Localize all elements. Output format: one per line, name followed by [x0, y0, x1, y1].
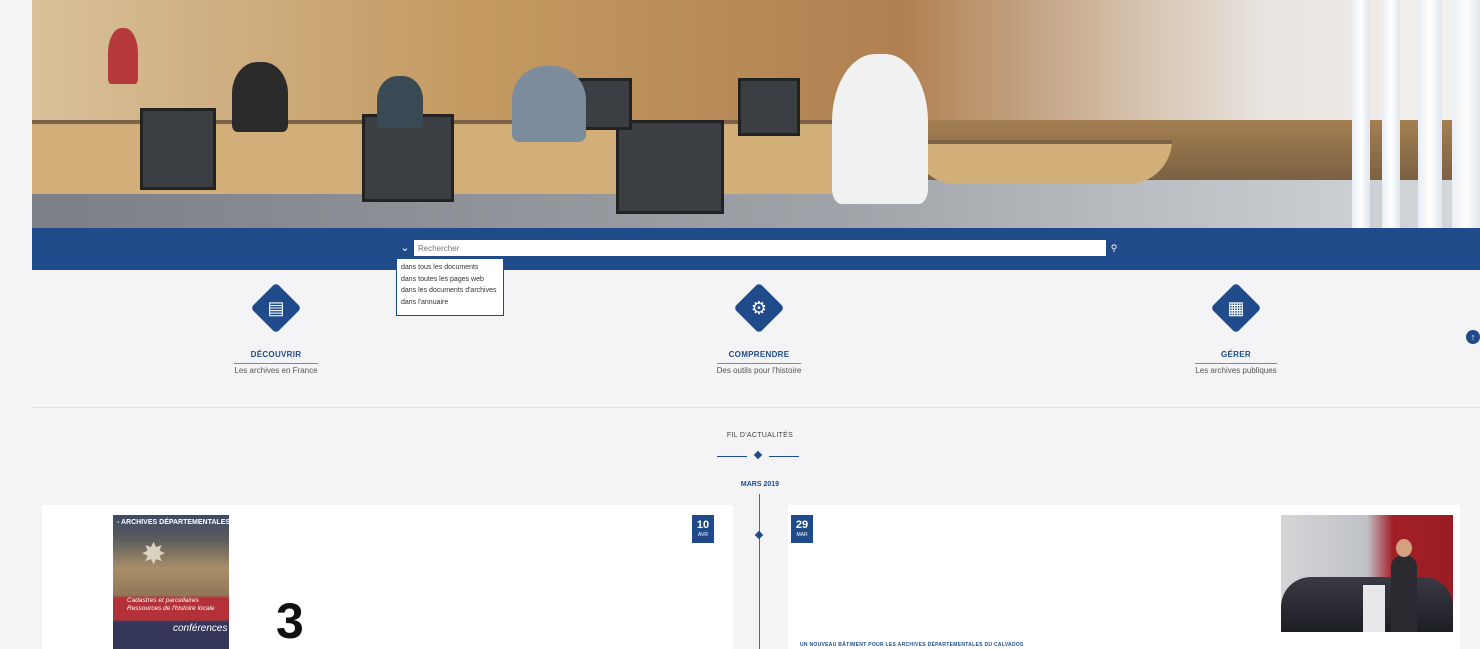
hero-column: [1452, 0, 1480, 228]
search-scope-option[interactable]: dans toutes les pages web: [401, 274, 499, 286]
hero-monitor: [738, 78, 800, 136]
news-photo[interactable]: [1281, 515, 1453, 632]
pillar-title: GÉRER: [1221, 350, 1251, 359]
hero-person: [377, 76, 423, 128]
search-scope-option[interactable]: dans tous les documents: [401, 262, 499, 274]
poster-tag: conférences: [173, 623, 228, 634]
feed-month: MARS 2019: [740, 481, 780, 488]
arrow-up-icon[interactable]: ↑: [1466, 330, 1480, 344]
gears-icon: ⚙: [733, 282, 785, 334]
binders-icon: ▦: [1210, 282, 1262, 334]
date-day: 10: [696, 519, 710, 531]
annotation-number: 3: [276, 593, 304, 649]
poster-header: - ARCHIVES DÉPARTEMENTALES: [117, 519, 231, 526]
photo-speaker: [1391, 555, 1417, 632]
hero-monitor: [578, 78, 632, 130]
divider: [32, 407, 1480, 408]
pillar-title: DÉCOUVRIR: [250, 350, 302, 359]
date-day: 29: [795, 519, 809, 531]
date-month: AVR: [698, 532, 708, 538]
compass-rose-icon: ✸: [141, 538, 167, 571]
hero-person: [232, 62, 288, 132]
search-scope-dropdown: dans tous les documents dans toutes les …: [396, 258, 504, 316]
hero-monitor: [616, 120, 724, 214]
hero-column: [1418, 0, 1442, 228]
photo-lectern: [1363, 585, 1385, 632]
timeline-dot-icon: [754, 530, 764, 540]
search-input[interactable]: [414, 240, 1106, 256]
photo-speaker-head: [1396, 539, 1412, 557]
date-badge: 10 AVR: [692, 515, 714, 543]
feed-separator: [717, 450, 801, 460]
pillar-comprendre[interactable]: ⚙ COMPRENDRE Des outils pour l'histoire: [659, 282, 859, 378]
hero-person: [832, 54, 928, 204]
hero-column: [1352, 0, 1370, 228]
news-title[interactable]: UN NOUVEAU BÂTIMENT POUR LES ARCHIVES DÉ…: [800, 642, 1024, 648]
search-scope-option[interactable]: dans l'annuaire: [401, 297, 499, 309]
timeline-line: [759, 494, 760, 649]
feed-title: FIL D'ACTUALITÉS: [726, 432, 794, 439]
hero-monitor: [140, 108, 216, 190]
hero-person: [108, 28, 138, 84]
hero-desk: [912, 140, 1172, 184]
date-month: MAR: [796, 532, 808, 538]
hero-image: [32, 0, 1480, 228]
hero-column: [1382, 0, 1400, 228]
pillar-decouvrir[interactable]: ▤ DÉCOUVRIR Les archives en France: [176, 282, 376, 378]
date-badge: 29 MAR: [791, 515, 813, 543]
search-form: ⌄ ⚲: [396, 240, 1122, 256]
poster-title: Cadastres et parcellaires Ressources de …: [127, 597, 215, 612]
search-icon[interactable]: ⚲: [1106, 240, 1122, 256]
pillar-subtitle[interactable]: Des outils pour l'histoire: [716, 363, 802, 375]
pillar-subtitle[interactable]: Les archives en France: [234, 363, 318, 375]
search-scope-option[interactable]: dans les documents d'archives: [401, 285, 499, 297]
archive-box-icon: ▤: [250, 282, 302, 334]
chevron-down-icon[interactable]: ⌄: [396, 240, 414, 256]
hero-person: [512, 66, 586, 142]
pillar-title: COMPRENDRE: [728, 350, 790, 359]
pillar-subtitle[interactable]: Les archives publiques: [1195, 363, 1277, 375]
event-poster[interactable]: - ARCHIVES DÉPARTEMENTALES ✸ Cadastres e…: [113, 515, 231, 649]
diamond-icon: [753, 450, 763, 460]
pillar-gerer[interactable]: ▦ GÉRER Les archives publiques: [1136, 282, 1336, 378]
